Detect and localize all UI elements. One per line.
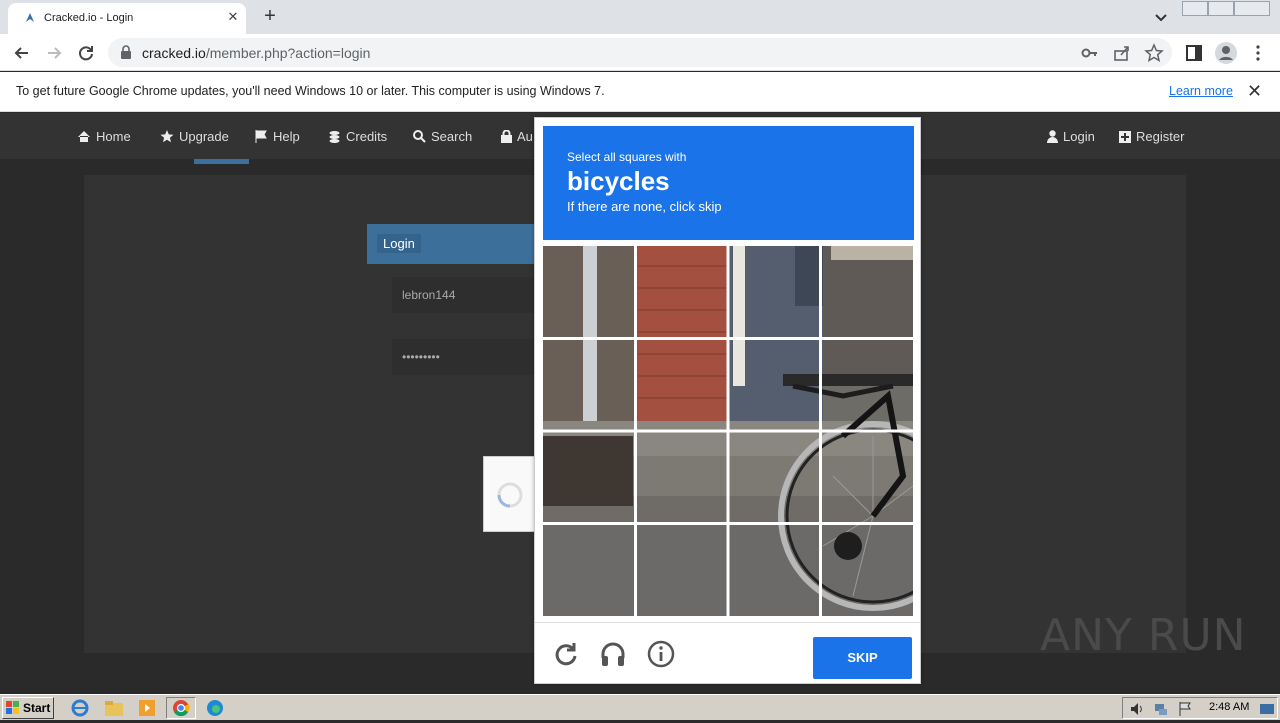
reload-icon[interactable] — [73, 40, 99, 66]
volume-icon[interactable] — [1129, 701, 1145, 717]
internet-explorer-icon[interactable] — [68, 698, 92, 718]
learn-more-link[interactable]: Learn more — [1169, 84, 1233, 98]
edge-icon[interactable] — [203, 698, 227, 718]
search-icon — [413, 130, 426, 143]
lock-icon — [501, 129, 512, 143]
file-explorer-icon[interactable] — [102, 698, 126, 718]
info-icon[interactable] — [647, 640, 675, 668]
back-arrow-icon[interactable] — [9, 40, 35, 66]
nav-register[interactable]: Register — [1119, 129, 1184, 144]
skip-button[interactable]: SKIP — [813, 637, 912, 679]
browser-toolbar: cracked.io/member.php?action=login — [0, 34, 1280, 71]
tab-strip: Cracked.io - Login ✕ + — [0, 0, 1280, 34]
close-window-button[interactable] — [1234, 1, 1270, 16]
nav-credits[interactable]: Credits — [328, 129, 387, 144]
audio-challenge-headphones-icon[interactable] — [599, 640, 627, 668]
new-tab-button[interactable]: + — [258, 5, 282, 29]
infobar-close-icon[interactable]: ✕ — [1247, 81, 1262, 102]
nav-home[interactable]: Home — [77, 129, 131, 144]
start-label: Start — [23, 701, 51, 715]
system-tray — [1122, 697, 1278, 719]
captcha-target: bicycles — [567, 166, 670, 196]
nav-help[interactable]: Help — [255, 129, 300, 144]
tab-title: Cracked.io - Login — [44, 12, 134, 24]
captcha-challenge: Select all squares with bicycles If ther… — [534, 117, 921, 684]
update-infobar: To get future Google Chrome updates, you… — [0, 72, 1280, 112]
nav-search[interactable]: Search — [413, 129, 472, 144]
captcha-hint: If there are none, click skip — [567, 199, 722, 214]
nav-login[interactable]: Login — [1047, 129, 1095, 144]
tab-search-chevron-icon[interactable] — [1150, 6, 1172, 28]
taskbar-clock: 2:48 AM — [1209, 701, 1250, 713]
side-panel-icon[interactable] — [1184, 43, 1204, 63]
username-field[interactable]: lebron144 — [392, 277, 542, 313]
nav-active-indicator — [194, 159, 249, 164]
nav-upgrade[interactable]: Upgrade — [160, 129, 229, 144]
nav-auth[interactable]: Au — [501, 129, 533, 144]
network-icon[interactable] — [1153, 701, 1169, 717]
address-bar[interactable]: cracked.io/member.php?action=login — [108, 38, 1172, 67]
lock-icon[interactable] — [120, 45, 132, 59]
coins-icon — [329, 131, 340, 143]
captcha-footer: SKIP — [535, 622, 920, 684]
restore-window-button[interactable] — [1208, 1, 1234, 16]
site-favicon-icon — [26, 13, 34, 22]
reload-challenge-icon[interactable] — [552, 640, 580, 668]
key-icon[interactable] — [1080, 43, 1100, 63]
share-icon[interactable] — [1112, 43, 1132, 63]
forward-arrow-icon[interactable] — [41, 40, 67, 66]
minimize-window-button[interactable] — [1182, 1, 1208, 16]
star-icon — [160, 130, 174, 143]
user-icon — [1047, 130, 1058, 143]
home-icon — [78, 131, 90, 142]
chrome-icon — [173, 700, 190, 717]
show-desktop-icon[interactable] — [1259, 701, 1275, 717]
action-center-flag-icon[interactable] — [1177, 701, 1193, 717]
windows-taskbar: Start 2:48 AM — [0, 694, 1280, 720]
password-field[interactable]: ••••••••• — [392, 339, 542, 375]
anyrun-watermark: ANY RUN — [1040, 610, 1247, 661]
start-button[interactable]: Start — [2, 697, 54, 719]
captcha-prompt: Select all squares with bicycles If ther… — [543, 126, 914, 240]
captcha-image-grid — [543, 246, 913, 616]
captcha-checkbox-widget[interactable] — [483, 456, 539, 532]
captcha-instruction: Select all squares with — [567, 150, 687, 164]
chrome-taskbar-button[interactable] — [166, 697, 196, 719]
menu-dots-icon[interactable] — [1248, 43, 1268, 63]
flag-icon — [255, 130, 267, 143]
login-panel-header: Login — [367, 224, 547, 264]
windows-logo-icon — [6, 701, 19, 714]
tab-close-icon[interactable]: ✕ — [224, 8, 242, 26]
media-player-icon[interactable] — [135, 698, 159, 718]
url-text[interactable]: cracked.io/member.php?action=login — [142, 45, 370, 61]
infobar-message: To get future Google Chrome updates, you… — [16, 84, 605, 98]
login-heading: Login — [377, 234, 421, 253]
captcha-photo — [543, 246, 913, 616]
browser-tab[interactable]: Cracked.io - Login ✕ — [8, 3, 246, 34]
bookmark-star-icon[interactable] — [1144, 43, 1164, 63]
profile-avatar-icon[interactable] — [1214, 41, 1238, 65]
loading-spinner-icon — [497, 482, 523, 508]
plus-square-icon — [1119, 131, 1131, 143]
